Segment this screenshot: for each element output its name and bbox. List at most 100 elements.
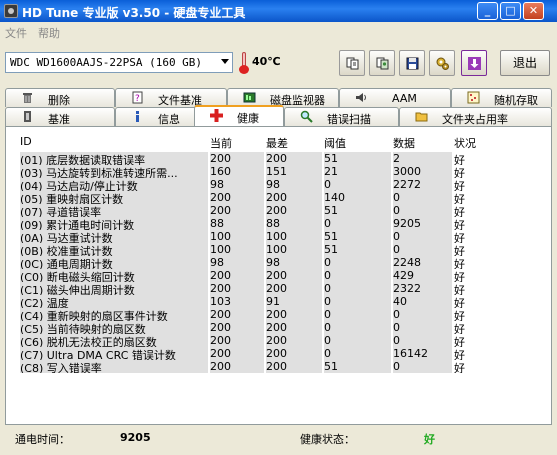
attribute-id[interactable]: (05) 重映射扇区计数 [20,191,208,204]
threshold-value[interactable]: 0 [324,308,391,321]
status-value[interactable]: 好 [454,256,514,269]
raw-data-value[interactable]: 2272 [393,178,452,191]
column-header-worst[interactable]: 最差 [266,135,288,150]
attribute-id[interactable]: (0A) 马达重试计数 [20,230,208,243]
threshold-value[interactable]: 0 [324,334,391,347]
current-value[interactable]: 160 [210,165,264,178]
attribute-id[interactable]: (C5) 当前待映射的扇区数 [20,321,208,334]
current-value[interactable]: 200 [210,308,264,321]
current-value[interactable]: 200 [210,334,264,347]
column-header-status[interactable]: 状况 [454,135,476,150]
threshold-value[interactable]: 0 [324,178,391,191]
tab-error-scan[interactable]: 错误扫描 [284,107,399,126]
threshold-value[interactable]: 0 [324,269,391,282]
raw-data-value[interactable]: 0 [393,334,452,347]
attribute-id[interactable]: (C6) 脱机无法校正的扇区数 [20,334,208,347]
worst-value[interactable]: 200 [266,152,322,165]
status-value[interactable]: 好 [454,243,514,256]
worst-value[interactable]: 98 [266,256,322,269]
current-value[interactable]: 88 [210,217,264,230]
status-value[interactable]: 好 [454,347,514,360]
status-value[interactable]: 好 [454,191,514,204]
tab-random-access[interactable]: 随机存取 [451,88,552,107]
maximize-button[interactable]: □ [500,2,521,20]
worst-value[interactable]: 88 [266,217,322,230]
worst-value[interactable]: 91 [266,295,322,308]
current-value[interactable]: 200 [210,321,264,334]
chevron-down-icon[interactable] [221,59,229,64]
threshold-value[interactable]: 0 [324,217,391,230]
current-value[interactable]: 200 [210,360,264,373]
raw-data-value[interactable]: 2322 [393,282,452,295]
status-value[interactable]: 好 [454,308,514,321]
current-value[interactable]: 200 [210,152,264,165]
threshold-value[interactable]: 51 [324,360,391,373]
status-value[interactable]: 好 [454,269,514,282]
worst-value[interactable]: 100 [266,230,322,243]
current-value[interactable]: 100 [210,230,264,243]
attribute-id[interactable]: (C2) 温度 [20,295,208,308]
raw-data-value[interactable]: 0 [393,243,452,256]
attribute-id[interactable]: (07) 寻道错误率 [20,204,208,217]
current-value[interactable]: 100 [210,243,264,256]
worst-value[interactable]: 200 [266,204,322,217]
menu-file[interactable]: 文件 [5,25,27,41]
current-value[interactable]: 200 [210,282,264,295]
save-button[interactable] [399,50,425,76]
raw-data-value[interactable]: 0 [393,230,452,243]
column-header-threshold[interactable]: 阈值 [324,135,346,150]
drive-select[interactable]: WDC WD1600AAJS-22PSA (160 GB) [5,52,233,73]
threshold-value[interactable]: 21 [324,165,391,178]
attribute-id[interactable]: (04) 马达启动/停止计数 [20,178,208,191]
attribute-id[interactable]: (01) 底层数据读取错误率 [20,152,208,165]
raw-data-value[interactable]: 0 [393,191,452,204]
worst-value[interactable]: 200 [266,269,322,282]
worst-value[interactable]: 98 [266,178,322,191]
status-value[interactable]: 好 [454,230,514,243]
threshold-value[interactable]: 51 [324,152,391,165]
attribute-id[interactable]: (03) 马达旋转到标准转速所需... [20,165,208,178]
worst-value[interactable]: 200 [266,321,322,334]
attribute-id[interactable]: (0C) 通电周期计数 [20,256,208,269]
status-value[interactable]: 好 [454,282,514,295]
worst-value[interactable]: 100 [266,243,322,256]
worst-value[interactable]: 200 [266,282,322,295]
status-value[interactable]: 好 [454,152,514,165]
current-value[interactable]: 103 [210,295,264,308]
exit-button[interactable]: 退出 [500,50,550,76]
attribute-id[interactable]: (C1) 磁头伸出周期计数 [20,282,208,295]
status-value[interactable]: 好 [454,165,514,178]
tab-erase[interactable]: 删除 [5,88,115,107]
raw-data-value[interactable]: 2 [393,152,452,165]
threshold-value[interactable]: 140 [324,191,391,204]
worst-value[interactable]: 200 [266,191,322,204]
raw-data-value[interactable]: 40 [393,295,452,308]
threshold-value[interactable]: 0 [324,282,391,295]
threshold-value[interactable]: 0 [324,256,391,269]
current-value[interactable]: 98 [210,178,264,191]
status-value[interactable]: 好 [454,360,514,373]
copy-screenshot-button[interactable] [369,50,395,76]
options-button[interactable] [429,50,455,76]
status-value[interactable]: 好 [454,321,514,334]
tab-aam[interactable]: AAM [339,88,451,107]
threshold-value[interactable]: 51 [324,243,391,256]
status-value[interactable]: 好 [454,178,514,191]
column-header-data[interactable]: 数据 [393,135,415,150]
worst-value[interactable]: 200 [266,360,322,373]
current-value[interactable]: 200 [210,191,264,204]
current-value[interactable]: 200 [210,204,264,217]
download-button[interactable] [461,50,487,76]
worst-value[interactable]: 151 [266,165,322,178]
threshold-value[interactable]: 0 [324,347,391,360]
raw-data-value[interactable]: 9205 [393,217,452,230]
raw-data-value[interactable]: 0 [393,204,452,217]
raw-data-value[interactable]: 16142 [393,347,452,360]
status-value[interactable]: 好 [454,204,514,217]
status-value[interactable]: 好 [454,217,514,230]
threshold-value[interactable]: 51 [324,204,391,217]
attribute-id[interactable]: (0B) 校准重试计数 [20,243,208,256]
threshold-value[interactable]: 0 [324,295,391,308]
tab-benchmark[interactable]: 基准 [5,107,115,126]
column-header-current[interactable]: 当前 [210,135,232,150]
